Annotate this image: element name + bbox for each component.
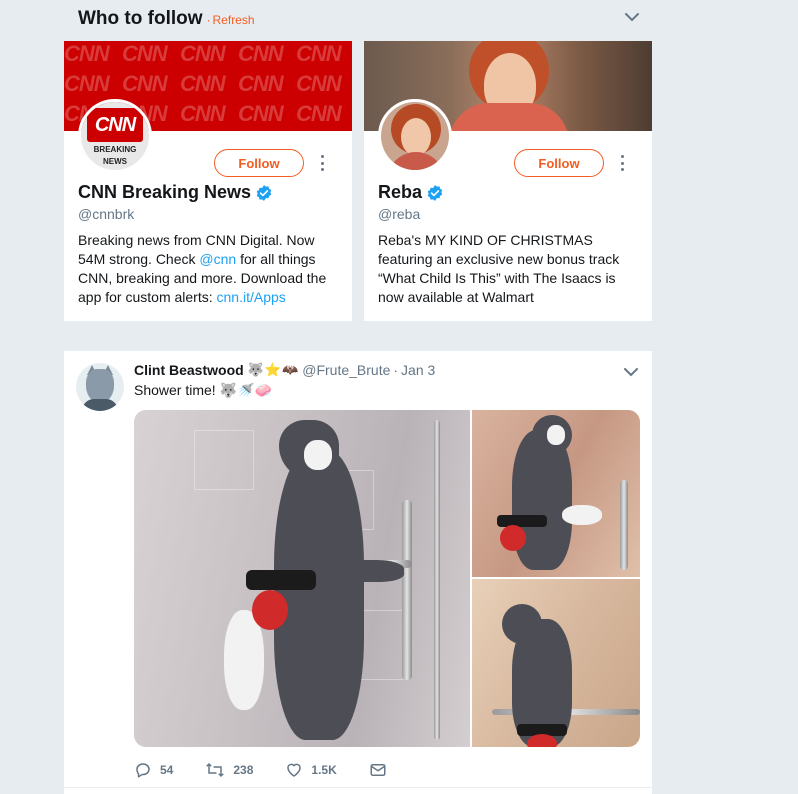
envelope-icon — [370, 764, 386, 776]
retweet-action[interactable]: 238 — [205, 761, 253, 779]
account-bio: Breaking news from CNN Digital. Now 54M … — [78, 232, 327, 305]
who-to-follow-header: Who to follow · Refresh — [78, 8, 255, 30]
tweet-actions: 54 238 1.5K — [134, 761, 427, 779]
tweet-header: Clint Beastwood 🐺⭐🦇 @Frute_Brute · Jan 3 — [134, 362, 435, 378]
account-name[interactable]: Reba — [378, 182, 422, 203]
reply-count: 54 — [160, 763, 174, 777]
account-bio: Reba's MY KIND OF CHRISTMAS featuring an… — [378, 232, 620, 305]
header-separator: · — [393, 362, 399, 378]
media-image-bottom-right[interactable] — [472, 579, 640, 747]
tweet-media-grid[interactable] — [134, 410, 640, 747]
direct-message-action[interactable] — [369, 761, 395, 779]
account-handle[interactable]: @cnnbrk — [78, 206, 134, 222]
avatar[interactable]: CNN BREAKING NEWS — [78, 99, 152, 173]
verified-badge-icon — [427, 184, 443, 201]
reply-icon — [136, 763, 150, 778]
divider — [64, 787, 652, 788]
bio-url-link[interactable]: cnn.it/Apps — [217, 289, 286, 305]
account-handle[interactable]: @reba — [378, 206, 420, 222]
tweet-date[interactable]: Jan 3 — [401, 362, 435, 378]
title-separator: · — [206, 13, 211, 27]
like-action[interactable]: 1.5K — [285, 761, 337, 779]
verified-badge-icon — [256, 184, 272, 201]
chevron-down-icon[interactable] — [623, 365, 639, 379]
heart-icon — [287, 763, 302, 777]
who-to-follow-title: Who to follow — [78, 8, 203, 29]
cnn-logo: CNN — [87, 108, 143, 142]
reply-action[interactable]: 54 — [134, 761, 173, 779]
retweet-count: 238 — [233, 763, 254, 777]
more-options-icon[interactable] — [619, 155, 625, 171]
refresh-link[interactable]: Refresh — [213, 13, 255, 27]
author-emoji: 🐺⭐🦇 — [247, 362, 300, 377]
tweet[interactable]: Clint Beastwood 🐺⭐🦇 @Frute_Brute · Jan 3… — [64, 351, 652, 794]
tweet-text: Shower time! 🐺🚿🧼 — [134, 382, 272, 398]
media-image-main[interactable] — [134, 410, 470, 747]
more-options-icon[interactable] — [319, 155, 325, 171]
avatar[interactable] — [378, 99, 452, 173]
mention-link[interactable]: @cnn — [199, 251, 236, 267]
follow-button[interactable]: Follow — [214, 149, 304, 177]
chevron-down-icon[interactable] — [624, 10, 640, 24]
media-image-top-right[interactable] — [472, 410, 640, 577]
follow-card-reba: Follow Reba @reba Reba's MY KIND OF CHRI… — [364, 41, 652, 321]
avatar[interactable] — [76, 363, 124, 411]
like-count: 1.5K — [311, 763, 337, 777]
account-name[interactable]: CNN Breaking News — [78, 182, 251, 203]
follow-card-cnn: CNN CNN CNN CNN CNN CNN CNN CNN CNN CNN CNN CNN CN… — [64, 41, 352, 321]
author-handle[interactable]: @Frute_Brute — [302, 362, 390, 378]
avatar-caption-1: BREAKING — [93, 145, 137, 154]
retweet-icon — [206, 762, 225, 778]
author-name[interactable]: Clint Beastwood — [134, 362, 244, 378]
follow-button[interactable]: Follow — [514, 149, 604, 177]
avatar-caption-2: NEWS — [103, 157, 127, 166]
